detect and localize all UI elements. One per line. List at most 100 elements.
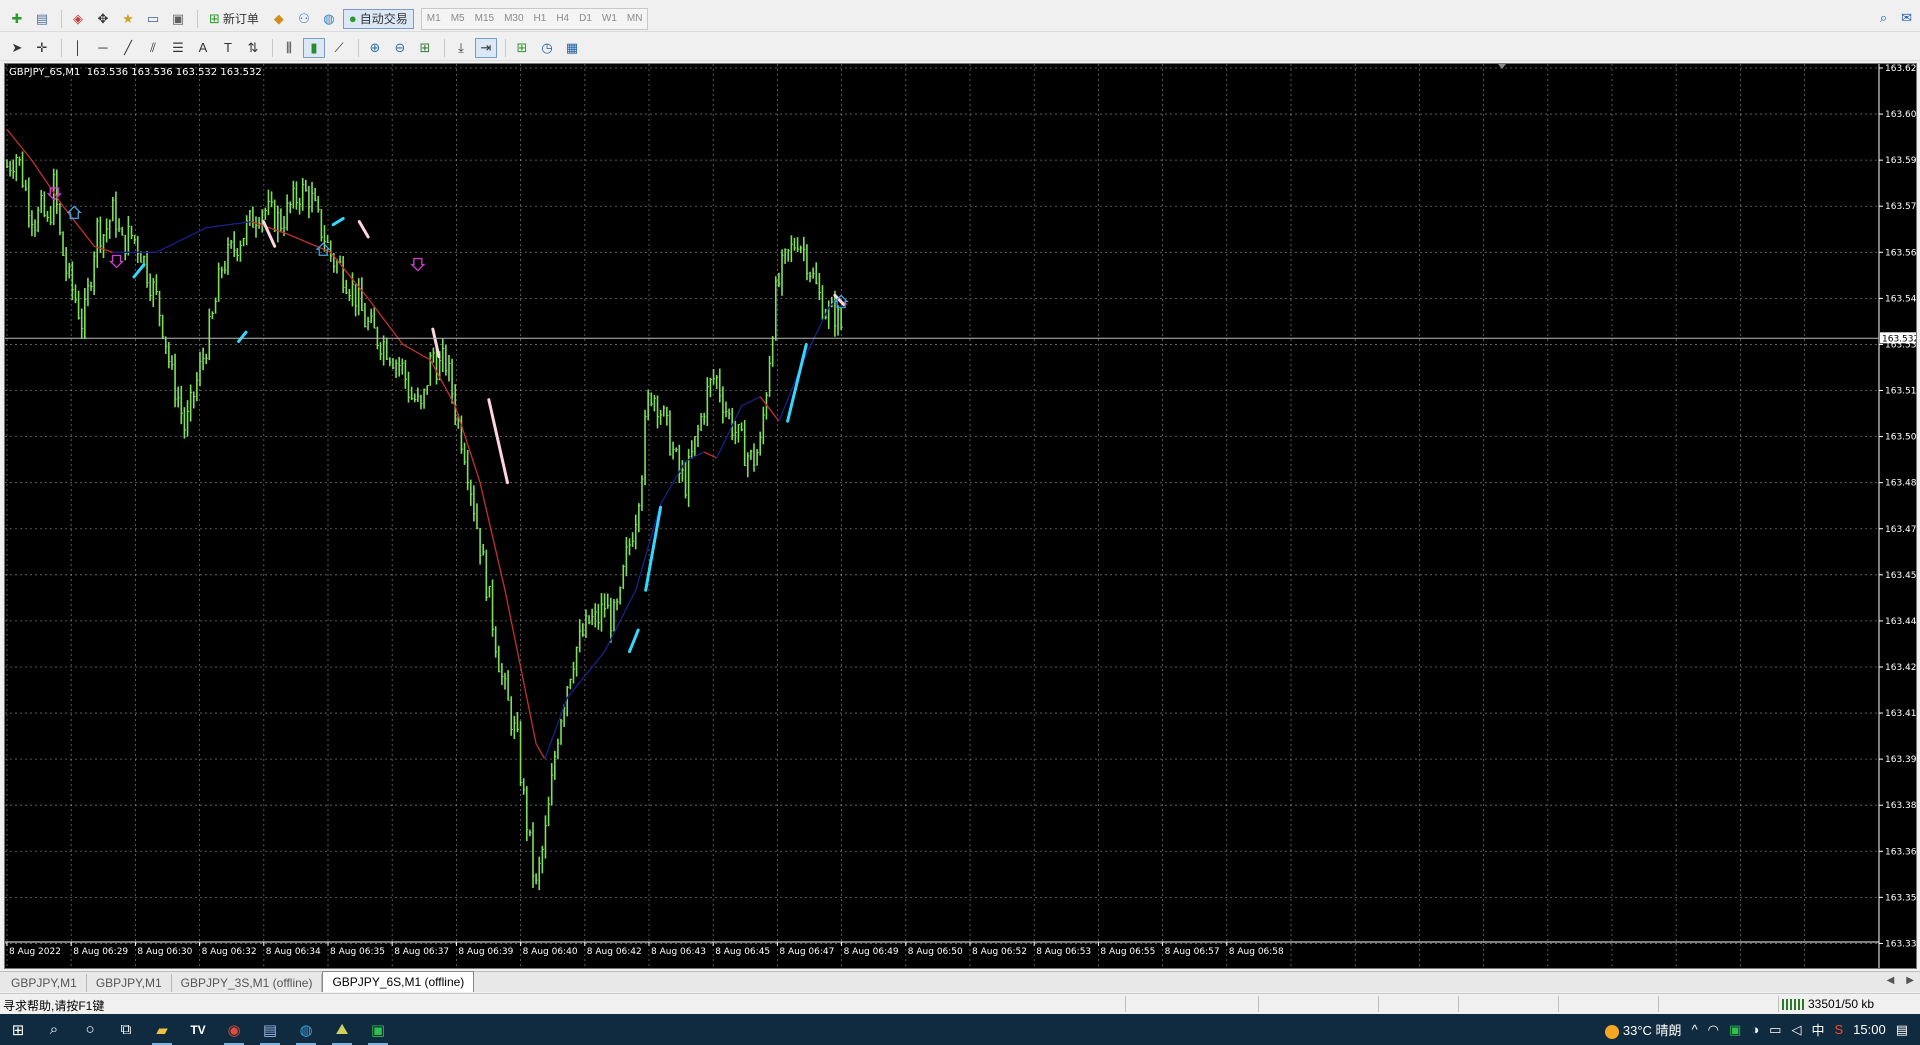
- price-chart[interactable]: 163.620 163.605 163.590 163.575 163.560 163.5…: [4, 63, 1917, 969]
- cortana-button[interactable]: ○: [72, 1014, 108, 1045]
- crosshair-tool[interactable]: ✛: [31, 38, 53, 58]
- new-chart-button[interactable]: ✚: [6, 9, 28, 29]
- timeframe-h1-button[interactable]: H1: [529, 10, 552, 28]
- search-icon[interactable]: ⌕: [1880, 10, 1887, 26]
- wechat-tray-icon[interactable]: ▣: [1729, 1022, 1741, 1038]
- document-icon: ▤: [262, 1021, 278, 1039]
- price-axis-label: 163.485: [1885, 479, 1916, 489]
- metatrader-button[interactable]: ⛰: [324, 1014, 360, 1045]
- tray-app-icon[interactable]: ◑: [1751, 1022, 1759, 1037]
- task-view-button[interactable]: ⧉: [108, 1014, 144, 1045]
- market-watch-button[interactable]: ◈: [67, 9, 89, 29]
- search-button[interactable]: ⌕: [36, 1014, 72, 1045]
- start-button[interactable]: ⊞: [0, 1014, 36, 1045]
- wechat-icon: ▣: [370, 1021, 386, 1039]
- price-axis-label: 163.560: [1885, 248, 1916, 258]
- text-label-tool[interactable]: T: [217, 38, 239, 58]
- templates-button[interactable]: ▦: [561, 38, 583, 58]
- fibonacci-tool[interactable]: ☰: [167, 38, 189, 58]
- price-axis-label: 163.620: [1885, 64, 1916, 74]
- time-axis-label: 8 Aug 06:34: [266, 947, 321, 957]
- data-window-button[interactable]: ✥: [92, 9, 114, 29]
- timeframe-mn-button[interactable]: MN: [622, 10, 648, 28]
- indicators-button[interactable]: ⊞: [511, 38, 533, 58]
- time-axis-label: 8 Aug 06:42: [587, 947, 642, 957]
- chevron-up-icon[interactable]: ^: [1692, 1022, 1698, 1037]
- time-axis-label: 8 Aug 06:30: [137, 947, 192, 957]
- timeframe-m15-button[interactable]: M15: [470, 10, 499, 28]
- time-axis-label: 8 Aug 06:57: [1165, 947, 1220, 957]
- signals-button[interactable]: ⚇: [293, 9, 315, 29]
- connection-status[interactable]: 33501/50 kb: [1782, 997, 1874, 1011]
- folder-icon: ▰: [156, 1021, 168, 1039]
- timeframe-m5-button[interactable]: M5: [446, 10, 470, 28]
- browser-button[interactable]: ◍: [288, 1014, 324, 1045]
- chart-shift-button[interactable]: ⇥: [475, 37, 497, 58]
- chart-tab[interactable]: GBPJPY_3S,M1 (offline): [172, 974, 323, 992]
- price-axis-label: 163.590: [1885, 156, 1916, 166]
- timeframe-h4-button[interactable]: H4: [551, 10, 574, 28]
- time-axis-label: 8 Aug 06:40: [523, 947, 578, 957]
- horizontal-line-tool[interactable]: ─: [92, 38, 114, 58]
- tab-prev-icon[interactable]: ◀: [1887, 975, 1895, 986]
- price-axis-label: 163.380: [1885, 801, 1916, 811]
- tile-windows-button[interactable]: ⊞: [414, 38, 436, 58]
- ime-indicator[interactable]: 中: [1811, 1020, 1824, 1039]
- tradingview-button[interactable]: TV: [180, 1014, 216, 1045]
- chart-tab[interactable]: GBPJPY,M1: [2, 974, 87, 992]
- wechat-button[interactable]: ▣: [360, 1014, 396, 1045]
- text-tool[interactable]: A: [192, 38, 214, 58]
- system-tray: 33°C 晴朗 ^ ◠ ▣ ◑ ▭ ◁ 中 S 15:00 ▤: [1604, 1014, 1920, 1045]
- timeframe-w1-button[interactable]: W1: [597, 10, 622, 28]
- speaker-icon[interactable]: ◁: [1791, 1022, 1801, 1038]
- timeframe-m1-button[interactable]: M1: [422, 10, 446, 28]
- tab-next-icon[interactable]: ▶: [1906, 975, 1914, 986]
- arrows-tool[interactable]: ⇅: [242, 38, 264, 58]
- time-axis-label: 8 Aug 06:39: [458, 947, 513, 957]
- bar-chart-button[interactable]: ⫼: [278, 38, 300, 58]
- notification-icon[interactable]: ▤: [1896, 1022, 1908, 1038]
- app-button[interactable]: ▤: [252, 1014, 288, 1045]
- vertical-line-tool[interactable]: │: [67, 38, 89, 58]
- periods-button[interactable]: ◷: [536, 38, 558, 58]
- battery-icon[interactable]: ▭: [1769, 1022, 1781, 1038]
- candlestick-button[interactable]: ▮: [303, 37, 325, 58]
- auto-scroll-button[interactable]: ⤓: [450, 38, 472, 58]
- chart-tab[interactable]: GBPJPY_6S,M1 (offline): [322, 971, 475, 992]
- time-axis-label: 8 Aug 06:47: [779, 947, 834, 957]
- zoom-in-button[interactable]: ⊕: [364, 38, 386, 58]
- current-price-label: 163.532: [1882, 334, 1916, 344]
- sogou-icon[interactable]: S: [1834, 1022, 1843, 1037]
- strategy-tester-button[interactable]: ▣: [167, 9, 189, 29]
- timeframes-toolbar: M1 M5 M15 M30 H1 H4 D1 W1 MN: [420, 7, 649, 30]
- price-axis-label: 163.335: [1885, 939, 1916, 949]
- line-chart-button[interactable]: ⟋: [328, 38, 350, 58]
- timeframe-m30-button[interactable]: M30: [499, 10, 528, 28]
- terminal-button[interactable]: ▭: [142, 9, 164, 29]
- timeframe-d1-button[interactable]: D1: [574, 10, 597, 28]
- metaeditor-button[interactable]: ◆: [268, 9, 290, 29]
- channel-tool[interactable]: ⫽: [142, 38, 164, 58]
- profiles-button[interactable]: ▤: [31, 9, 53, 29]
- market-button[interactable]: ◍: [318, 9, 340, 29]
- time-axis-label: 8 Aug 06:55: [1100, 947, 1155, 957]
- trendline-tool[interactable]: ╱: [117, 38, 139, 58]
- weather-widget[interactable]: 33°C 晴朗: [1604, 1020, 1682, 1039]
- chrome-button[interactable]: ◉: [216, 1014, 252, 1045]
- chart-tab[interactable]: GBPJPY,M1: [87, 974, 172, 992]
- network-icon[interactable]: ◠: [1708, 1022, 1719, 1038]
- auto-trading-button[interactable]: ● 自动交易: [342, 8, 414, 29]
- clock[interactable]: 15:00: [1853, 1022, 1886, 1037]
- chart-tabs: GBPJPY,M1 GBPJPY,M1 GBPJPY_3S,M1 (offline)…: [0, 971, 1920, 992]
- toolbar-separator: [61, 38, 62, 57]
- price-axis-label: 163.410: [1885, 709, 1916, 719]
- time-axis-label: 8 Aug 2022: [9, 947, 61, 957]
- chat-icon[interactable]: ✉: [1901, 10, 1912, 26]
- file-explorer-button[interactable]: ▰: [144, 1014, 180, 1045]
- zoom-out-button[interactable]: ⊖: [389, 38, 411, 58]
- price-axis-label: 163.425: [1885, 663, 1916, 673]
- new-order-button[interactable]: ⊞ 新订单: [203, 9, 265, 29]
- cursor-tool[interactable]: ➤: [6, 38, 28, 58]
- connection-bars-icon: [1782, 998, 1804, 1010]
- navigator-button[interactable]: ★: [117, 9, 139, 29]
